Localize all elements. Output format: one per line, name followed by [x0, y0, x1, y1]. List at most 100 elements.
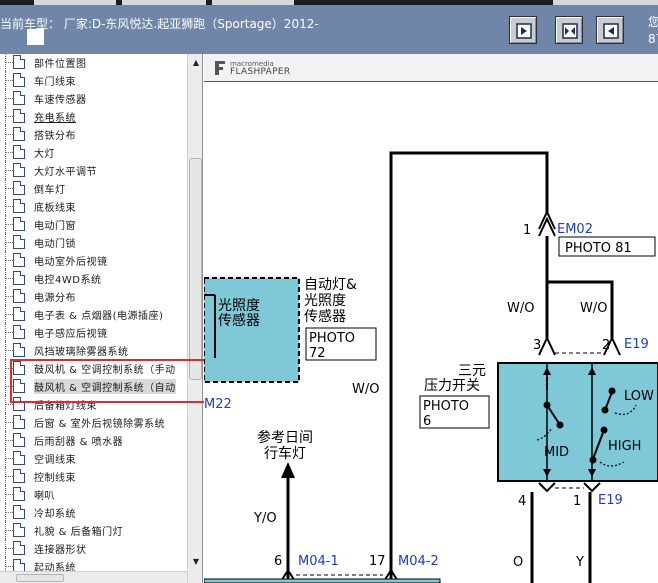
tree-item-label[interactable]: 电控4WD系统 — [34, 271, 101, 286]
tree-item[interactable]: 喇叭 — [0, 485, 187, 503]
tree-item-label[interactable]: 电动门锁 — [34, 235, 76, 250]
document-icon — [13, 451, 25, 465]
tree-item-label[interactable]: 电子表 & 点烟器(电源插座) — [34, 307, 163, 322]
tree-item[interactable]: 底板线束 — [0, 197, 187, 215]
tree-item-label[interactable]: 电子感应后视镜 — [34, 325, 108, 340]
next-page-icon — [603, 23, 619, 39]
tree-item-label[interactable]: 礼貌 & 后备箱门灯 — [34, 523, 123, 538]
tree-scroll-thumb[interactable] — [189, 158, 202, 380]
tree-item[interactable]: 电动门锁 — [0, 233, 187, 251]
tree-item[interactable]: 充电系统 — [0, 107, 187, 125]
tree-item[interactable]: 鼓风机 & 空调控制系统（自动 — [0, 377, 187, 395]
document-icon — [13, 505, 25, 519]
tree-item[interactable]: 倒车灯 — [0, 179, 187, 197]
tree-item[interactable]: 连接器形状 — [0, 539, 187, 557]
document-icon — [13, 145, 25, 159]
tree-horizontal-scrollbar[interactable] — [0, 571, 187, 583]
tree-item-label[interactable]: 冷却系统 — [34, 505, 76, 520]
tree-item[interactable]: 鼓风机 & 空调控制系统（手动 — [0, 359, 187, 377]
tree-item[interactable]: 后雨刮器 & 喷水器 — [0, 431, 187, 449]
high-contact-dot-2 — [589, 456, 597, 464]
low-contact-dot-2 — [608, 387, 616, 395]
tree-item[interactable]: 礼貌 & 后备箱门灯 — [0, 521, 187, 539]
tree-item[interactable]: 冷却系统 — [0, 503, 187, 521]
tree-item[interactable]: 大灯水平调节 — [0, 161, 187, 179]
m04-2-label: M04-2 — [398, 554, 439, 569]
switch-photo-1: PHOTO — [423, 399, 469, 414]
tree-item-label[interactable]: 大灯水平调节 — [34, 163, 97, 178]
flashpaper-viewer: macromedia FLASHPAPER 1 EM02 PHOTO 81 W/… — [204, 54, 658, 583]
tree-item[interactable]: 控制线束 — [0, 467, 187, 485]
tree-item[interactable]: 后窗 & 室外后视镜除雾系统 — [0, 413, 187, 431]
document-icon — [13, 415, 25, 429]
tree-item[interactable]: 后备箱灯线束 — [0, 395, 187, 413]
m04-1-label: M04-1 — [298, 554, 339, 569]
tree-item[interactable]: 搭铁分布 — [0, 125, 187, 143]
tree-item-label[interactable]: 空调线束 — [34, 451, 76, 466]
document-icon — [13, 343, 25, 357]
tree-item[interactable]: 风挡玻璃除雾器系统 — [0, 341, 187, 359]
e19-top-label: E19 — [624, 337, 649, 352]
tree-item-label[interactable]: 大灯 — [34, 145, 55, 160]
scroll-up-icon[interactable]: ▲ — [188, 56, 202, 70]
tree-item-label[interactable]: 后雨刮器 & 喷水器 — [34, 433, 123, 448]
tree-item[interactable]: 部件位置图 — [0, 54, 187, 71]
tree-item-label[interactable]: 电动门窗 — [34, 217, 76, 232]
tree-vertical-scrollbar[interactable]: ▲ ▼ — [187, 54, 202, 583]
tree-item-label[interactable]: 控制线束 — [34, 469, 76, 484]
tree-connector-branch — [6, 170, 13, 171]
header-tab-2[interactable] — [122, 0, 206, 5]
fit-page-button[interactable] — [555, 16, 583, 44]
tree-item[interactable]: 电动门窗 — [0, 215, 187, 233]
tree-item-label[interactable]: 底板线束 — [34, 199, 76, 214]
prev-page-button[interactable] — [509, 16, 537, 44]
document-icon — [13, 217, 25, 231]
tree-item[interactable]: 电源分布 — [0, 287, 187, 305]
flashpaper-toolbar: macromedia FLASHPAPER — [204, 54, 658, 82]
tree-connector-branch — [6, 206, 13, 207]
tree-item-label[interactable]: 部件位置图 — [34, 55, 87, 70]
m22-label: M22 — [204, 397, 232, 412]
tree-item-label[interactable]: 搭铁分布 — [34, 127, 76, 142]
photo81-label: PHOTO 81 — [565, 241, 632, 256]
tree-item-label[interactable]: 电源分布 — [34, 289, 76, 304]
document-icon — [13, 379, 25, 393]
tree-item[interactable]: 电控4WD系统 — [0, 269, 187, 287]
tree-item-label[interactable]: 电动室外后视镜 — [34, 253, 108, 268]
tree-item-label[interactable]: 车门线束 — [34, 73, 76, 88]
daylight-label-2: 行车灯 — [264, 445, 306, 462]
tree-item-label[interactable]: 车速传感器 — [34, 91, 87, 106]
tree-item[interactable]: 车速传感器 — [0, 89, 187, 107]
tree-item-label[interactable]: 鼓风机 & 空调控制系统（自动 — [34, 379, 176, 394]
tree-item[interactable]: 电子感应后视镜 — [0, 323, 187, 341]
user-info-line1: 您 — [648, 15, 658, 29]
header-tab-1[interactable] — [34, 0, 116, 5]
document-icon — [13, 163, 25, 177]
next-page-button[interactable] — [596, 16, 624, 44]
tree-item[interactable]: 空调线束 — [0, 449, 187, 467]
tree-hscroll-thumb[interactable] — [16, 574, 64, 582]
tree-connector-branch — [6, 80, 13, 81]
document-icon — [13, 253, 25, 267]
tree-item-label[interactable]: 连接器形状 — [34, 541, 87, 556]
header-blank-box — [27, 29, 44, 45]
tree-connector-branch — [6, 350, 13, 351]
tree-item[interactable]: 车门线束 — [0, 71, 187, 89]
header-tab-3[interactable] — [212, 0, 294, 5]
tree-item-label[interactable]: 鼓风机 & 空调控制系统（手动 — [34, 361, 176, 376]
tree-item-label[interactable]: 后备箱灯线束 — [34, 397, 97, 412]
tree-item-label[interactable]: 充电系统 — [34, 109, 76, 124]
tree-item-label[interactable]: 倒车灯 — [34, 181, 66, 196]
tree-item-label[interactable]: 后窗 & 室外后视镜除雾系统 — [34, 415, 165, 430]
user-info: 您 87 — [648, 14, 658, 48]
tree-item[interactable]: 电子表 & 点烟器(电源插座) — [0, 305, 187, 323]
tree-item-label[interactable]: 风挡玻璃除雾器系统 — [34, 343, 129, 358]
tree-item[interactable]: 大灯 — [0, 143, 187, 161]
header-tab-4[interactable] — [553, 0, 658, 5]
tree-connector-branch — [6, 566, 13, 567]
tree-item-label[interactable]: 喇叭 — [34, 487, 55, 502]
document-icon — [13, 73, 25, 87]
tree-item[interactable]: 电动室外后视镜 — [0, 251, 187, 269]
scroll-down-icon[interactable]: ▼ — [188, 555, 202, 569]
wire-wo-label-3: W/O — [352, 382, 379, 397]
